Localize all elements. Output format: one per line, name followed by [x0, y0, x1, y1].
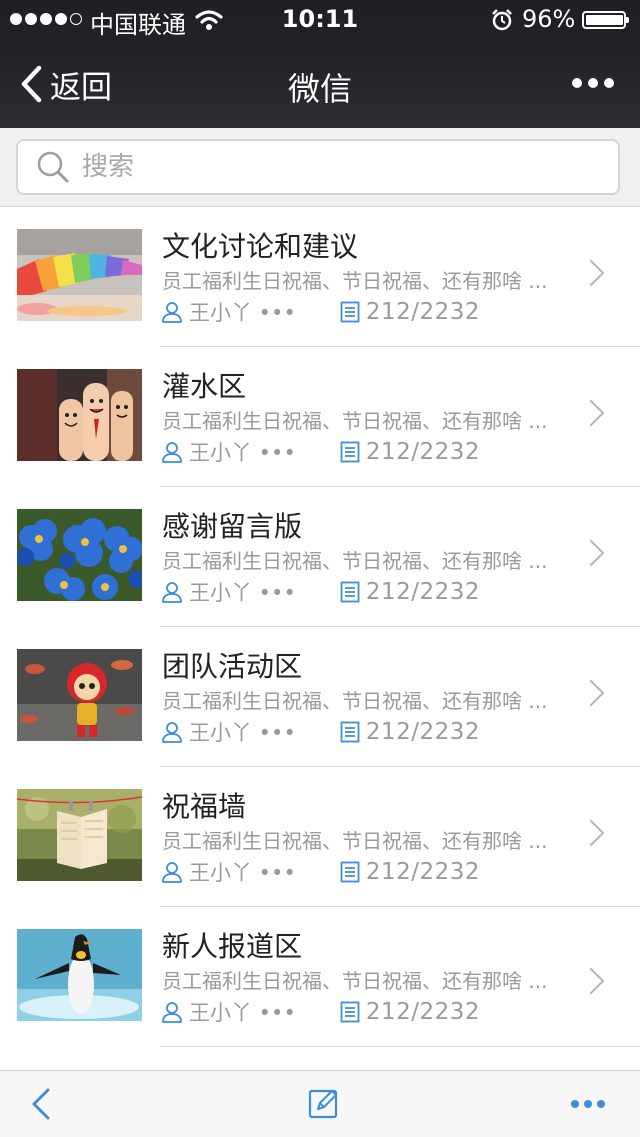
- chevron-right-icon: [589, 679, 605, 707]
- more-dot-icon: [572, 78, 582, 88]
- user-icon: [162, 1002, 182, 1023]
- divider: [160, 1046, 640, 1047]
- item-title: 文化讨论和建议: [162, 230, 359, 263]
- alarm-icon: [492, 9, 512, 31]
- chevron-right-icon: [589, 399, 605, 427]
- item-author: 王小丫 •••: [189, 861, 296, 885]
- item-post-count: 212/2232: [365, 719, 481, 745]
- item-description: 员工福利生日祝福、节日祝福、还有那啥 ...: [162, 969, 548, 993]
- search-input[interactable]: [80, 151, 564, 183]
- item-description: 员工福利生日祝福、节日祝福、还有那啥 ...: [162, 829, 548, 853]
- thumbnail-toy-figure: [17, 649, 142, 741]
- item-title: 感谢留言版: [162, 510, 303, 543]
- search-icon: [37, 151, 69, 183]
- thumbnail-finger-puppets: [17, 369, 142, 461]
- item-post-count: 212/2232: [365, 999, 481, 1025]
- edit-icon: [308, 1089, 338, 1119]
- document-icon: [340, 301, 360, 323]
- list-item[interactable]: 团队活动区 员工福利生日祝福、节日祝福、还有那啥 ... 王小丫 ••• 212…: [0, 627, 640, 767]
- user-icon: [162, 722, 182, 743]
- item-author: 王小丫 •••: [189, 301, 296, 325]
- list-item[interactable]: 新人报道区 员工福利生日祝福、节日祝福、还有那啥 ... 王小丫 ••• 212…: [0, 907, 640, 1047]
- chevron-right-icon: [589, 259, 605, 287]
- document-icon: [340, 441, 360, 463]
- item-meta: 王小丫 ••• 212/2232: [161, 297, 480, 327]
- item-meta: 王小丫 ••• 212/2232: [161, 857, 480, 887]
- list-item[interactable]: 文化讨论和建议 员工福利生日祝福、节日祝福、还有那啥 ... 王小丫 ••• 2…: [0, 207, 640, 347]
- item-description: 员工福利生日祝福、节日祝福、还有那啥 ...: [162, 409, 548, 433]
- page-title: 微信: [287, 70, 352, 108]
- search-box[interactable]: [16, 139, 620, 195]
- item-meta: 王小丫 ••• 212/2232: [161, 717, 480, 747]
- item-meta: 王小丫 ••• 212/2232: [161, 997, 480, 1027]
- thumbnail-crayons: [17, 229, 142, 321]
- search-bar-container: [0, 128, 640, 207]
- user-icon: [162, 442, 182, 463]
- list-item[interactable]: 祝福墙 员工福利生日祝福、节日祝福、还有那啥 ... 王小丫 ••• 212/2…: [0, 767, 640, 907]
- item-post-count: 212/2232: [365, 859, 481, 885]
- item-description: 员工福利生日祝福、节日祝福、还有那啥 ...: [162, 549, 548, 573]
- header: 中国联通 10:11 96% 返回 微信: [0, 0, 640, 128]
- item-title: 灌水区: [162, 370, 247, 403]
- item-author: 王小丫 •••: [189, 441, 296, 465]
- document-icon: [340, 1001, 360, 1023]
- more-dot-icon: [588, 78, 598, 88]
- chevron-right-icon: [589, 819, 605, 847]
- battery-icon: [582, 11, 629, 29]
- document-icon: [340, 861, 360, 883]
- navigation-bar: 返回 微信: [0, 40, 640, 128]
- item-author: 王小丫 •••: [189, 721, 296, 745]
- user-icon: [162, 582, 182, 603]
- status-bar: 中国联通 10:11 96%: [0, 0, 640, 40]
- item-description: 员工福利生日祝福、节日祝福、还有那啥 ...: [162, 689, 548, 713]
- chevron-right-icon: [589, 539, 605, 567]
- item-post-count: 212/2232: [365, 579, 481, 605]
- toolbar-more-button[interactable]: [571, 1100, 605, 1108]
- browser-back-button[interactable]: [30, 1087, 52, 1125]
- list-item[interactable]: 灌水区 员工福利生日祝福、节日祝福、还有那啥 ... 王小丫 ••• 212/2…: [0, 347, 640, 487]
- user-icon: [162, 302, 182, 323]
- item-author: 王小丫 •••: [189, 1001, 296, 1025]
- item-meta: 王小丫 ••• 212/2232: [161, 437, 480, 467]
- item-meta: 王小丫 ••• 212/2232: [161, 577, 480, 607]
- item-title: 祝福墙: [162, 790, 247, 823]
- thumbnail-hanging-book: [17, 789, 142, 881]
- more-dot-icon: [597, 1100, 605, 1108]
- item-author: 王小丫 •••: [189, 581, 296, 605]
- battery-percentage: 96%: [522, 5, 576, 33]
- compose-button[interactable]: [308, 1087, 340, 1123]
- item-post-count: 212/2232: [365, 439, 481, 465]
- item-title: 团队活动区: [162, 650, 303, 683]
- more-dot-icon: [571, 1100, 579, 1108]
- bottom-toolbar: [0, 1070, 640, 1137]
- item-title: 新人报道区: [162, 930, 303, 963]
- document-icon: [340, 581, 360, 603]
- more-dot-icon: [584, 1100, 592, 1108]
- item-post-count: 212/2232: [365, 299, 481, 325]
- document-icon: [340, 721, 360, 743]
- thumbnail-penguin: [17, 929, 142, 1021]
- chevron-left-icon: [32, 1088, 50, 1120]
- item-description: 员工福利生日祝福、节日祝福、还有那啥 ...: [162, 269, 548, 293]
- more-options-button[interactable]: [572, 78, 614, 88]
- chevron-right-icon: [589, 967, 605, 995]
- user-icon: [162, 862, 182, 883]
- forum-list: 文化讨论和建议 员工福利生日祝福、节日祝福、还有那啥 ... 王小丫 ••• 2…: [0, 207, 640, 1047]
- more-dot-icon: [604, 78, 614, 88]
- list-item[interactable]: 感谢留言版 员工福利生日祝福、节日祝福、还有那啥 ... 王小丫 ••• 212…: [0, 487, 640, 627]
- thumbnail-blue-flowers: [17, 509, 142, 601]
